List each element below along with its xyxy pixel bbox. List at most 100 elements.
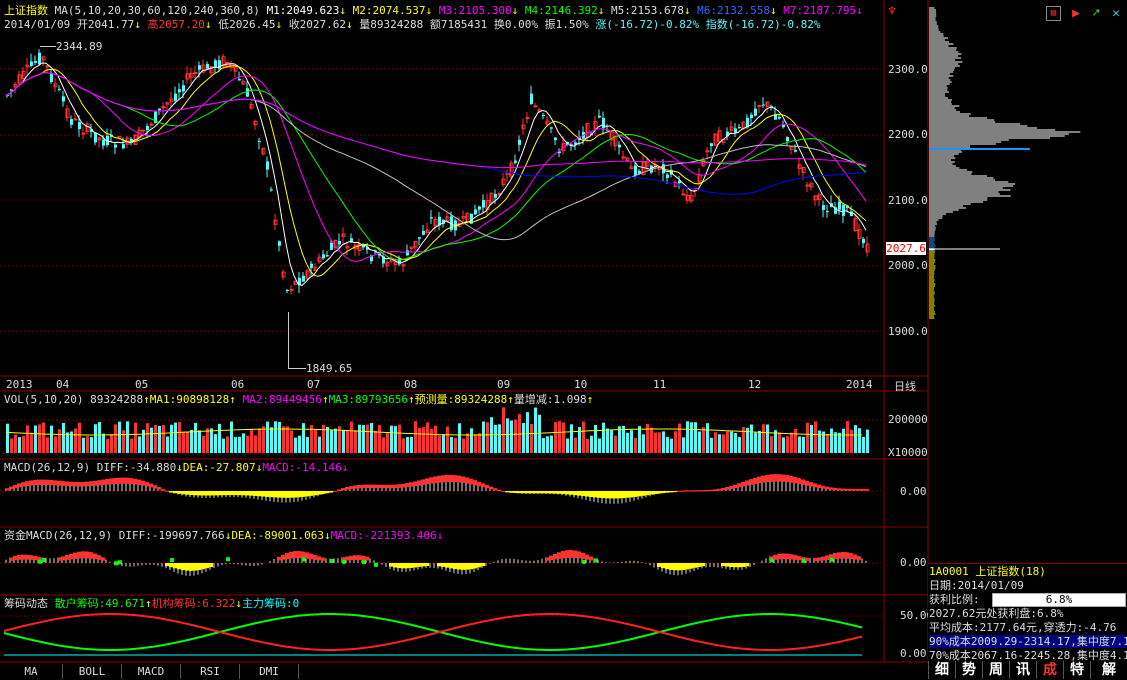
volume-bar [370,423,373,453]
macd-band [29,480,33,486]
volume-bar [10,438,13,453]
x-tick-09: 09 [497,378,511,391]
volume-bar [770,436,773,453]
side-line-1: 2027.62元处获利盘:6.8% [929,607,1064,620]
fund-macd-band [17,555,21,560]
candle-body [161,106,166,109]
tab-macd[interactable]: MACD [122,664,181,679]
volume-bar [534,407,537,453]
fund-macd-band [313,555,317,560]
tab-rsi[interactable]: RSI [181,664,240,679]
volume-bar [114,424,117,453]
volume-bar [470,428,473,453]
macd-band [477,481,481,487]
volume-bar [218,423,221,453]
chips-institution: 机构筹码:6.322 [151,597,236,610]
macd-band [449,474,453,483]
macd-band [105,479,109,485]
volume-bar [130,438,133,453]
volume-bar [14,434,17,453]
volume-bar [618,426,621,453]
macd-band [725,487,729,490]
macd-label: MACD(26,12,9) [4,461,91,474]
volume-bar [110,434,113,453]
x-tick-2014: 2014 [846,378,873,391]
macd-band [277,491,281,498]
fund-macd-band [549,555,553,561]
tab-boll[interactable]: BOLL [63,664,122,679]
fund-macd-band [165,563,169,567]
macd-band [217,491,221,496]
side-tab-news[interactable]: 讯 [1009,661,1036,679]
tab-dmi[interactable]: DMI [240,664,299,679]
candle-body [634,165,637,176]
period-label[interactable]: 日线 [894,378,916,394]
macd-band [197,491,201,496]
macd-band [801,479,805,485]
side-tab-week[interactable]: 周 [982,661,1009,679]
macd-band [237,491,241,496]
candle-body [45,65,50,68]
volume-bar [550,435,553,453]
macd-band [497,489,501,492]
volume-bar [270,427,273,453]
volume-bar [366,424,369,453]
volume-bar [206,428,209,453]
macd-band [581,491,585,497]
macd-band [281,491,285,498]
side-tab-chips[interactable]: 成 [1036,661,1063,679]
fund-macd-band [365,556,369,561]
side-line-2: 平均成本:2177.64元,穿透力:-4.76 [929,621,1117,634]
candle-body [302,275,305,282]
volume-bar [226,436,229,453]
x-tick-10: 10 [574,378,588,391]
macd-band [201,491,205,496]
macd-band [517,491,521,494]
volume-bar [234,437,237,453]
macd-band [285,491,289,498]
macd-band [349,486,353,489]
volume-bar [450,437,453,453]
macd-band [173,491,177,494]
volume-bar [506,418,509,453]
macd-band [661,491,665,494]
side-tab-explain[interactable]: 解 [1090,661,1127,679]
side-tab-trend[interactable]: 势 [955,661,982,679]
volume-bar [118,421,121,453]
volume-bar [766,424,769,453]
fund-macd-band [657,563,661,567]
fund-macd-band [401,563,405,569]
macd-band [289,491,293,498]
volume-bar [698,431,701,453]
volume-bar [446,426,449,453]
fund-macd-band [853,554,857,560]
macd-band [701,490,705,492]
volume-bar [174,422,177,453]
macd-band [101,479,105,485]
fund-macd-band [737,563,741,568]
side-tab-detail[interactable]: 细 [928,661,955,679]
volume-bar [782,437,785,453]
macd-band [185,491,189,495]
candle-body [406,250,409,256]
side-tab-special[interactable]: 特 [1063,661,1090,679]
volume-bar [66,432,69,453]
macd-band [733,484,737,489]
macd-band [33,479,37,486]
volume-bar [482,421,485,453]
volume-bar [22,435,25,453]
macd-band [653,491,657,495]
fund-macd-band [309,553,313,560]
candle-body [330,243,333,250]
last-price-tag: 2027.6 [886,242,926,255]
macd-band [469,478,473,485]
tab-ma[interactable]: MA [0,664,63,679]
macd-band [825,486,829,490]
candle-body [738,126,741,128]
fund-macd-marker [582,559,586,564]
macd-band [821,485,825,489]
fund-macd-band [849,553,853,560]
candle-body [618,144,621,148]
volume-bar [102,433,105,453]
ma120-line [5,71,867,195]
